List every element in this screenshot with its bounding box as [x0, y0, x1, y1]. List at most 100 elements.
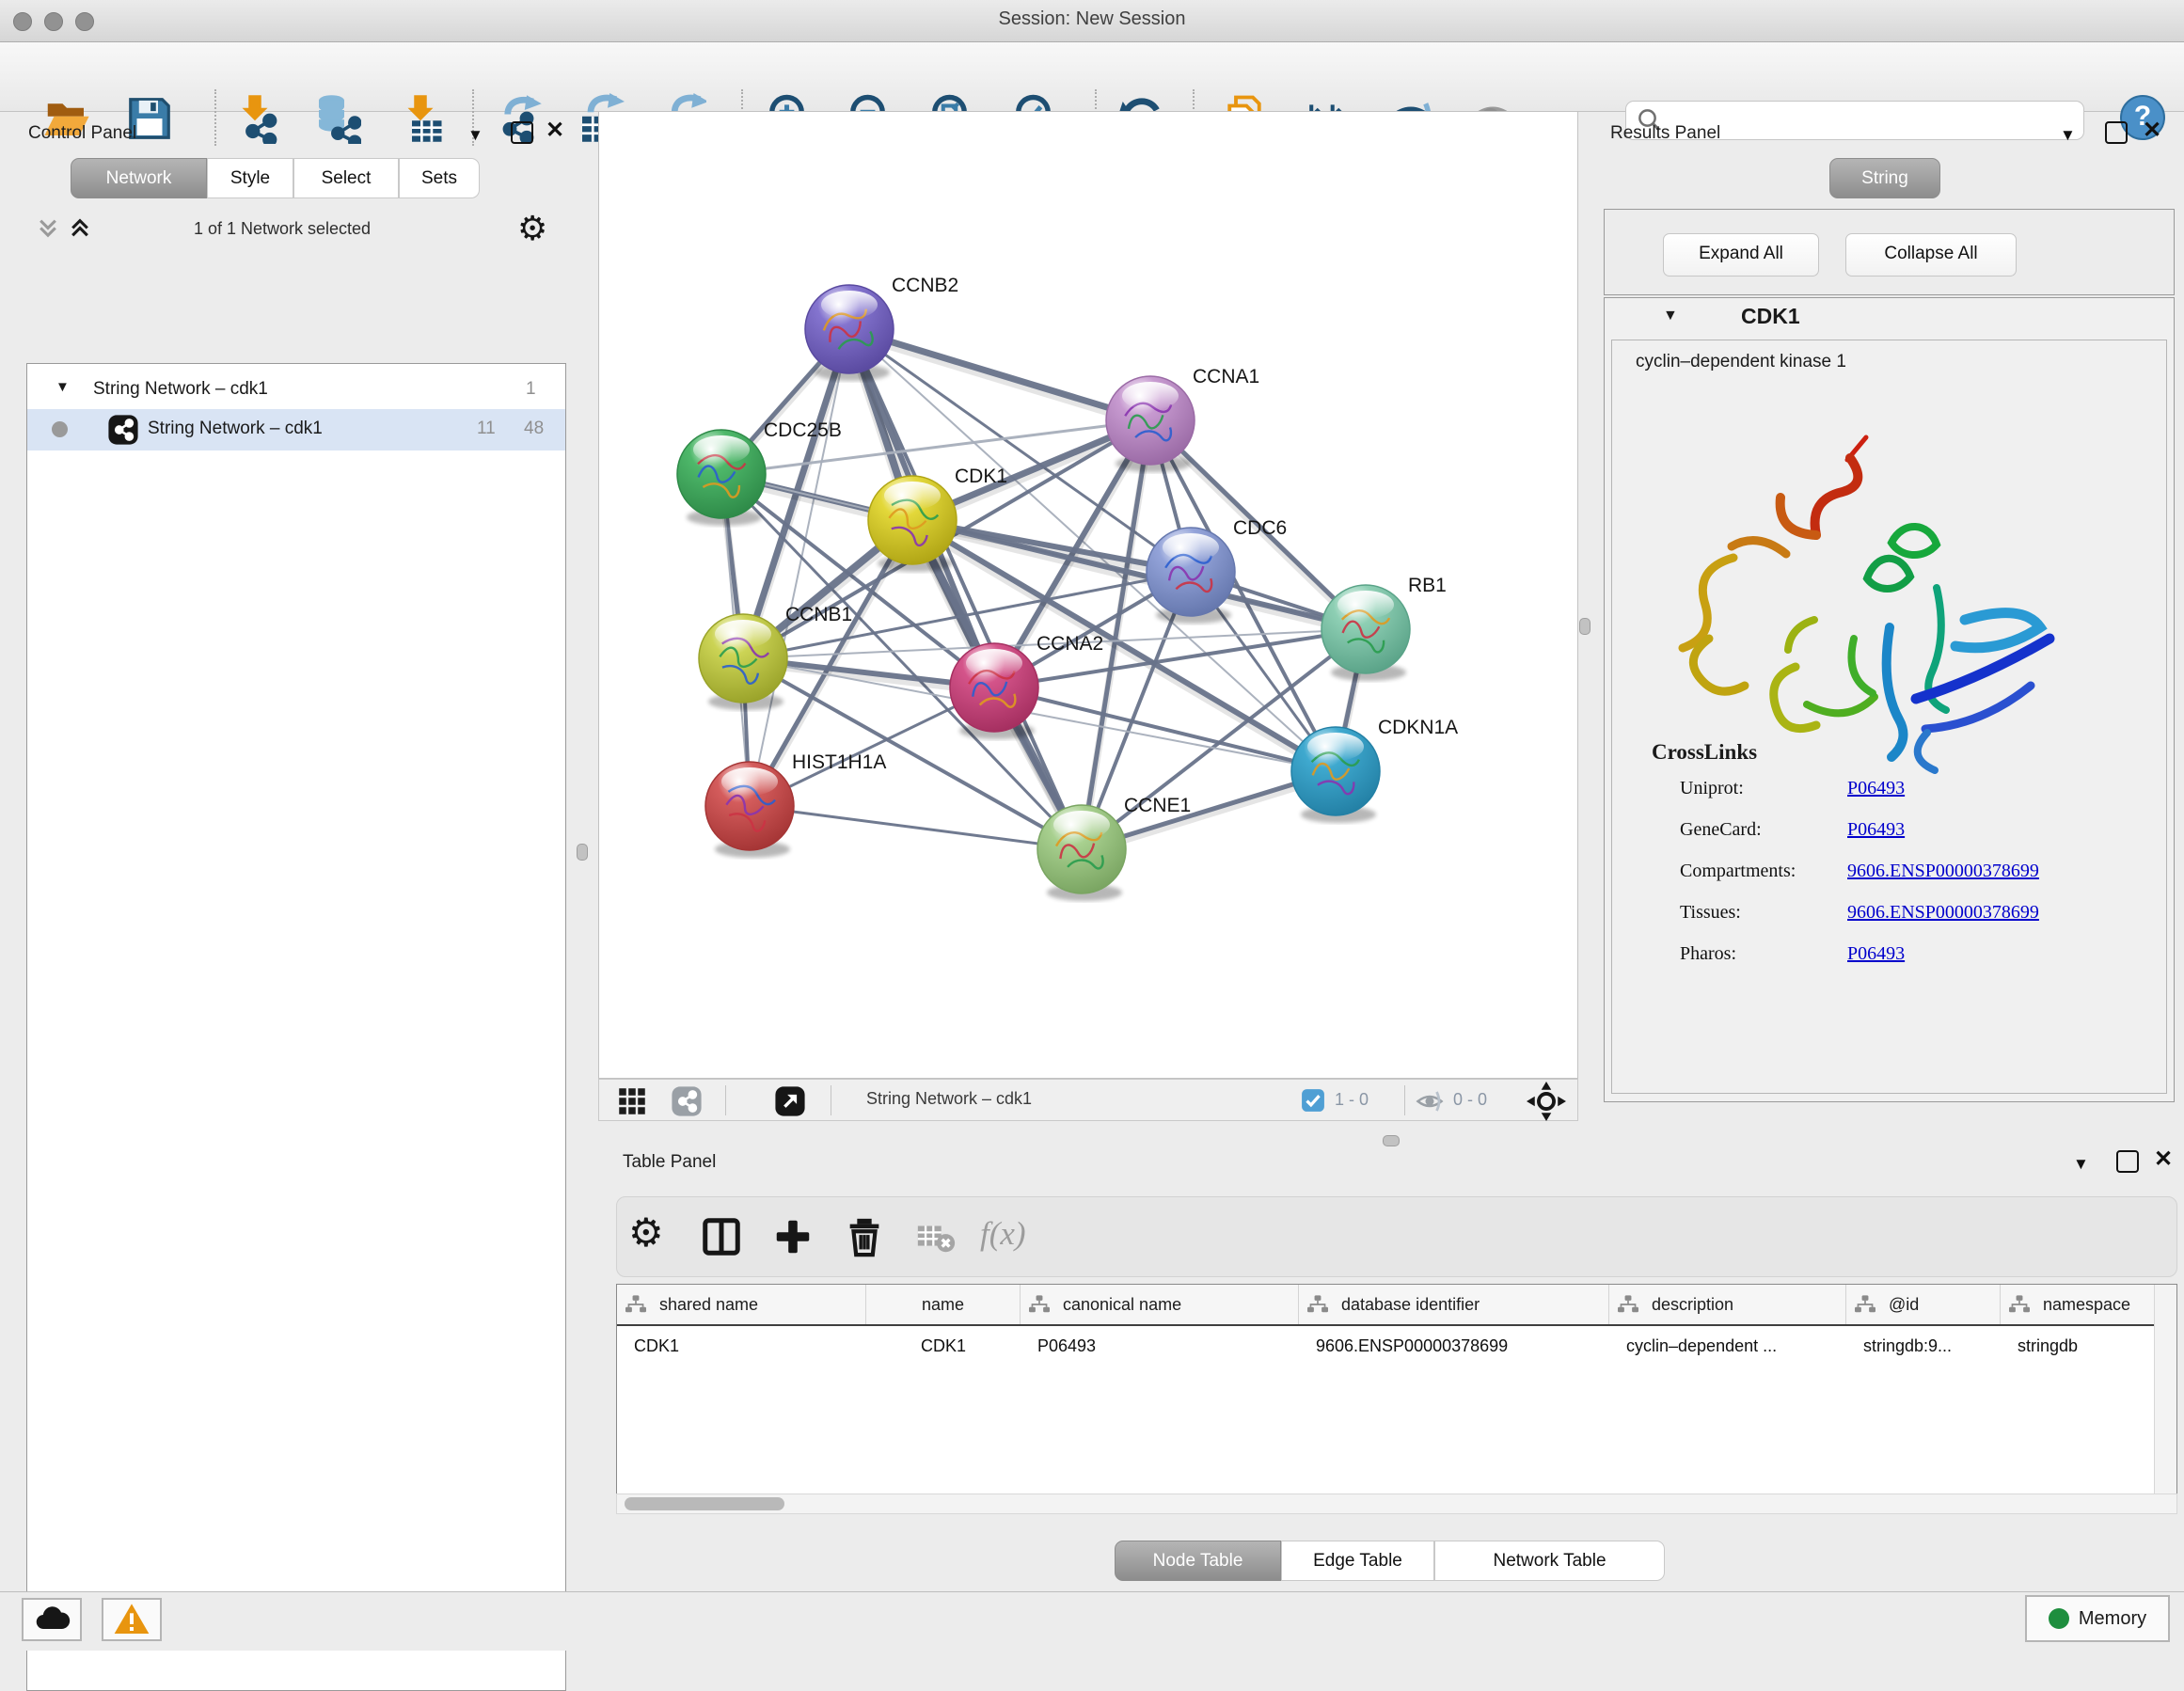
- node-label: CCNA2: [1037, 633, 1103, 655]
- main-toolbar: ?: [0, 42, 2184, 112]
- selected-checkbox-icon[interactable]: [1301, 1088, 1325, 1117]
- network-edge[interactable]: [750, 329, 849, 806]
- splitter-handle[interactable]: [577, 844, 588, 861]
- delete-row-trash-icon[interactable]: [843, 1215, 886, 1258]
- window-title: Session: New Session: [0, 8, 2184, 30]
- table-panel-title: Table Panel: [623, 1152, 716, 1173]
- table-panel-collapse-icon[interactable]: ▼: [2073, 1155, 2089, 1174]
- grid-view-icon[interactable]: [618, 1087, 646, 1120]
- title-bar: Session: New Session: [0, 0, 2184, 42]
- table-cell[interactable]: P06493: [1021, 1326, 1299, 1366]
- tab-sets[interactable]: Sets: [399, 158, 480, 198]
- protein-section: ▼ CDK1 cyclin–dependent kinase 1: [1604, 297, 2175, 1102]
- network-selection-status: 1 of 1 Network selected: [113, 219, 451, 239]
- protein-name-header: CDK1: [1741, 304, 1800, 329]
- network-share-icon[interactable]: [671, 1085, 703, 1122]
- network-collection-count: 1: [526, 379, 536, 400]
- network-edge[interactable]: [750, 806, 1082, 849]
- crosslink-link[interactable]: 9606.ENSP00000378699: [1847, 902, 2039, 924]
- collapse-all-button[interactable]: Collapse All: [1845, 233, 2017, 277]
- hidden-eye-icon[interactable]: [1416, 1087, 1444, 1120]
- network-view-title: String Network – cdk1: [866, 1089, 1032, 1109]
- tab-style[interactable]: Style: [207, 158, 293, 198]
- delete-table-icon[interactable]: [914, 1215, 957, 1258]
- tree-expander-icon[interactable]: ▼: [55, 379, 70, 395]
- node-label: CDC25B: [764, 419, 842, 441]
- node-label: CDC6: [1233, 517, 1287, 539]
- network-node-RB1[interactable]: RB1: [1321, 575, 1447, 681]
- tab-string[interactable]: String: [1829, 158, 1940, 198]
- network-type-icon: [107, 414, 139, 451]
- tab-network[interactable]: Network: [71, 158, 207, 198]
- collapse-all-networks-icon[interactable]: [36, 216, 60, 247]
- network-tree-selected-row[interactable]: String Network – cdk1 11 48: [27, 409, 565, 450]
- cloud-status-button[interactable]: [22, 1598, 82, 1641]
- network-node-CCNB1[interactable]: CCNB1: [699, 604, 852, 710]
- table-cell[interactable]: CDK1: [866, 1326, 1021, 1366]
- function-builder-icon[interactable]: f(x): [980, 1215, 1026, 1253]
- results-panel-title: Results Panel: [1610, 123, 1720, 144]
- table-panel-close-icon[interactable]: ✕: [2154, 1150, 2173, 1169]
- status-bar: Memory: [0, 1591, 2184, 1651]
- selected-count: 1 - 0: [1335, 1090, 1369, 1110]
- network-view-toolbar: String Network – cdk1 1 - 0 0 - 0: [598, 1079, 1578, 1121]
- network-node-CCNB2[interactable]: CCNB2: [805, 275, 958, 381]
- table-cell[interactable]: cyclin–dependent ...: [1609, 1326, 1846, 1366]
- node-label: CCNB2: [892, 275, 958, 296]
- memory-button[interactable]: Memory: [2025, 1595, 2170, 1642]
- table-cell[interactable]: stringdb:9...: [1846, 1326, 2001, 1366]
- control-panel-float-icon[interactable]: [511, 121, 533, 144]
- tab-select[interactable]: Select: [293, 158, 399, 198]
- table-horizontal-scrollbar[interactable]: [616, 1493, 2177, 1514]
- node-table: shared namenamecanonical namedatabase id…: [616, 1284, 2177, 1498]
- control-panel-close-icon[interactable]: ✕: [546, 121, 564, 140]
- open-in-window-icon[interactable]: [774, 1085, 806, 1122]
- table-cell[interactable]: 9606.ENSP00000378699: [1299, 1326, 1609, 1366]
- network-canvas[interactable]: CCNB2 CCNA1 CDC25B: [598, 111, 1578, 1079]
- network-node-CDKN1A[interactable]: CDKN1A: [1291, 717, 1458, 823]
- network-tree-root-row[interactable]: ▼ String Network – cdk1 1: [27, 371, 565, 411]
- tab-node-table[interactable]: Node Table: [1115, 1541, 1281, 1581]
- crosslink-link[interactable]: 9606.ENSP00000378699: [1847, 861, 2039, 882]
- network-graph[interactable]: CCNB2 CCNA1 CDC25B: [599, 112, 1577, 1078]
- pan-crosshair-icon[interactable]: [1527, 1082, 1566, 1126]
- tab-edge-table[interactable]: Edge Table: [1281, 1541, 1434, 1581]
- warning-status-button[interactable]: [102, 1598, 162, 1641]
- node-label: CDK1: [955, 466, 1007, 487]
- node-label: CDKN1A: [1378, 717, 1458, 738]
- crosslink-link[interactable]: P06493: [1847, 819, 1905, 841]
- scrollbar-thumb[interactable]: [625, 1497, 784, 1510]
- network-collection-label: String Network – cdk1: [93, 379, 268, 400]
- crosslink-label: Compartments:: [1680, 861, 1847, 882]
- network-node-CCNE1[interactable]: CCNE1: [1037, 795, 1191, 901]
- crosslink-link[interactable]: P06493: [1847, 943, 1905, 965]
- network-edge[interactable]: [849, 329, 1150, 420]
- network-options-gear-icon[interactable]: ⚙: [517, 210, 547, 248]
- section-expander-icon[interactable]: ▼: [1663, 308, 1678, 324]
- crosslink-link[interactable]: P06493: [1847, 778, 1905, 799]
- crosslink-row: Uniprot:P06493: [1680, 778, 2150, 799]
- node-label: CCNA1: [1193, 366, 1259, 387]
- expand-all-button[interactable]: Expand All: [1663, 233, 1819, 277]
- crosslink-row: GeneCard:P06493: [1680, 819, 2150, 841]
- network-node-HIST1H1A[interactable]: HIST1H1A: [705, 751, 886, 858]
- table-cell[interactable]: CDK1: [617, 1326, 866, 1366]
- toolbar-separator: [1404, 1085, 1405, 1115]
- results-panel-float-icon[interactable]: [2105, 121, 2128, 144]
- add-column-icon[interactable]: [771, 1215, 815, 1258]
- network-node-CDK1[interactable]: CDK1: [868, 466, 1007, 572]
- crosslink-label: Pharos:: [1680, 943, 1847, 965]
- crosslink-label: GeneCard:: [1680, 819, 1847, 841]
- show-columns-icon[interactable]: [700, 1215, 743, 1258]
- network-edge-count: 48: [524, 419, 544, 439]
- results-panel-close-icon[interactable]: ✕: [2143, 121, 2161, 140]
- network-current-dot-icon: [52, 421, 68, 437]
- results-panel-collapse-icon[interactable]: ▼: [2060, 126, 2076, 145]
- table-cell[interactable]: stringdb: [2001, 1326, 2177, 1366]
- tab-network-table[interactable]: Network Table: [1434, 1541, 1665, 1581]
- table-settings-gear-icon[interactable]: ⚙: [628, 1209, 672, 1253]
- table-panel-float-icon[interactable]: [2116, 1150, 2139, 1173]
- expand-all-networks-icon[interactable]: [68, 216, 92, 247]
- control-panel-collapse-icon[interactable]: ▼: [467, 126, 483, 145]
- table-vertical-scrollbar[interactable]: [2154, 1285, 2176, 1497]
